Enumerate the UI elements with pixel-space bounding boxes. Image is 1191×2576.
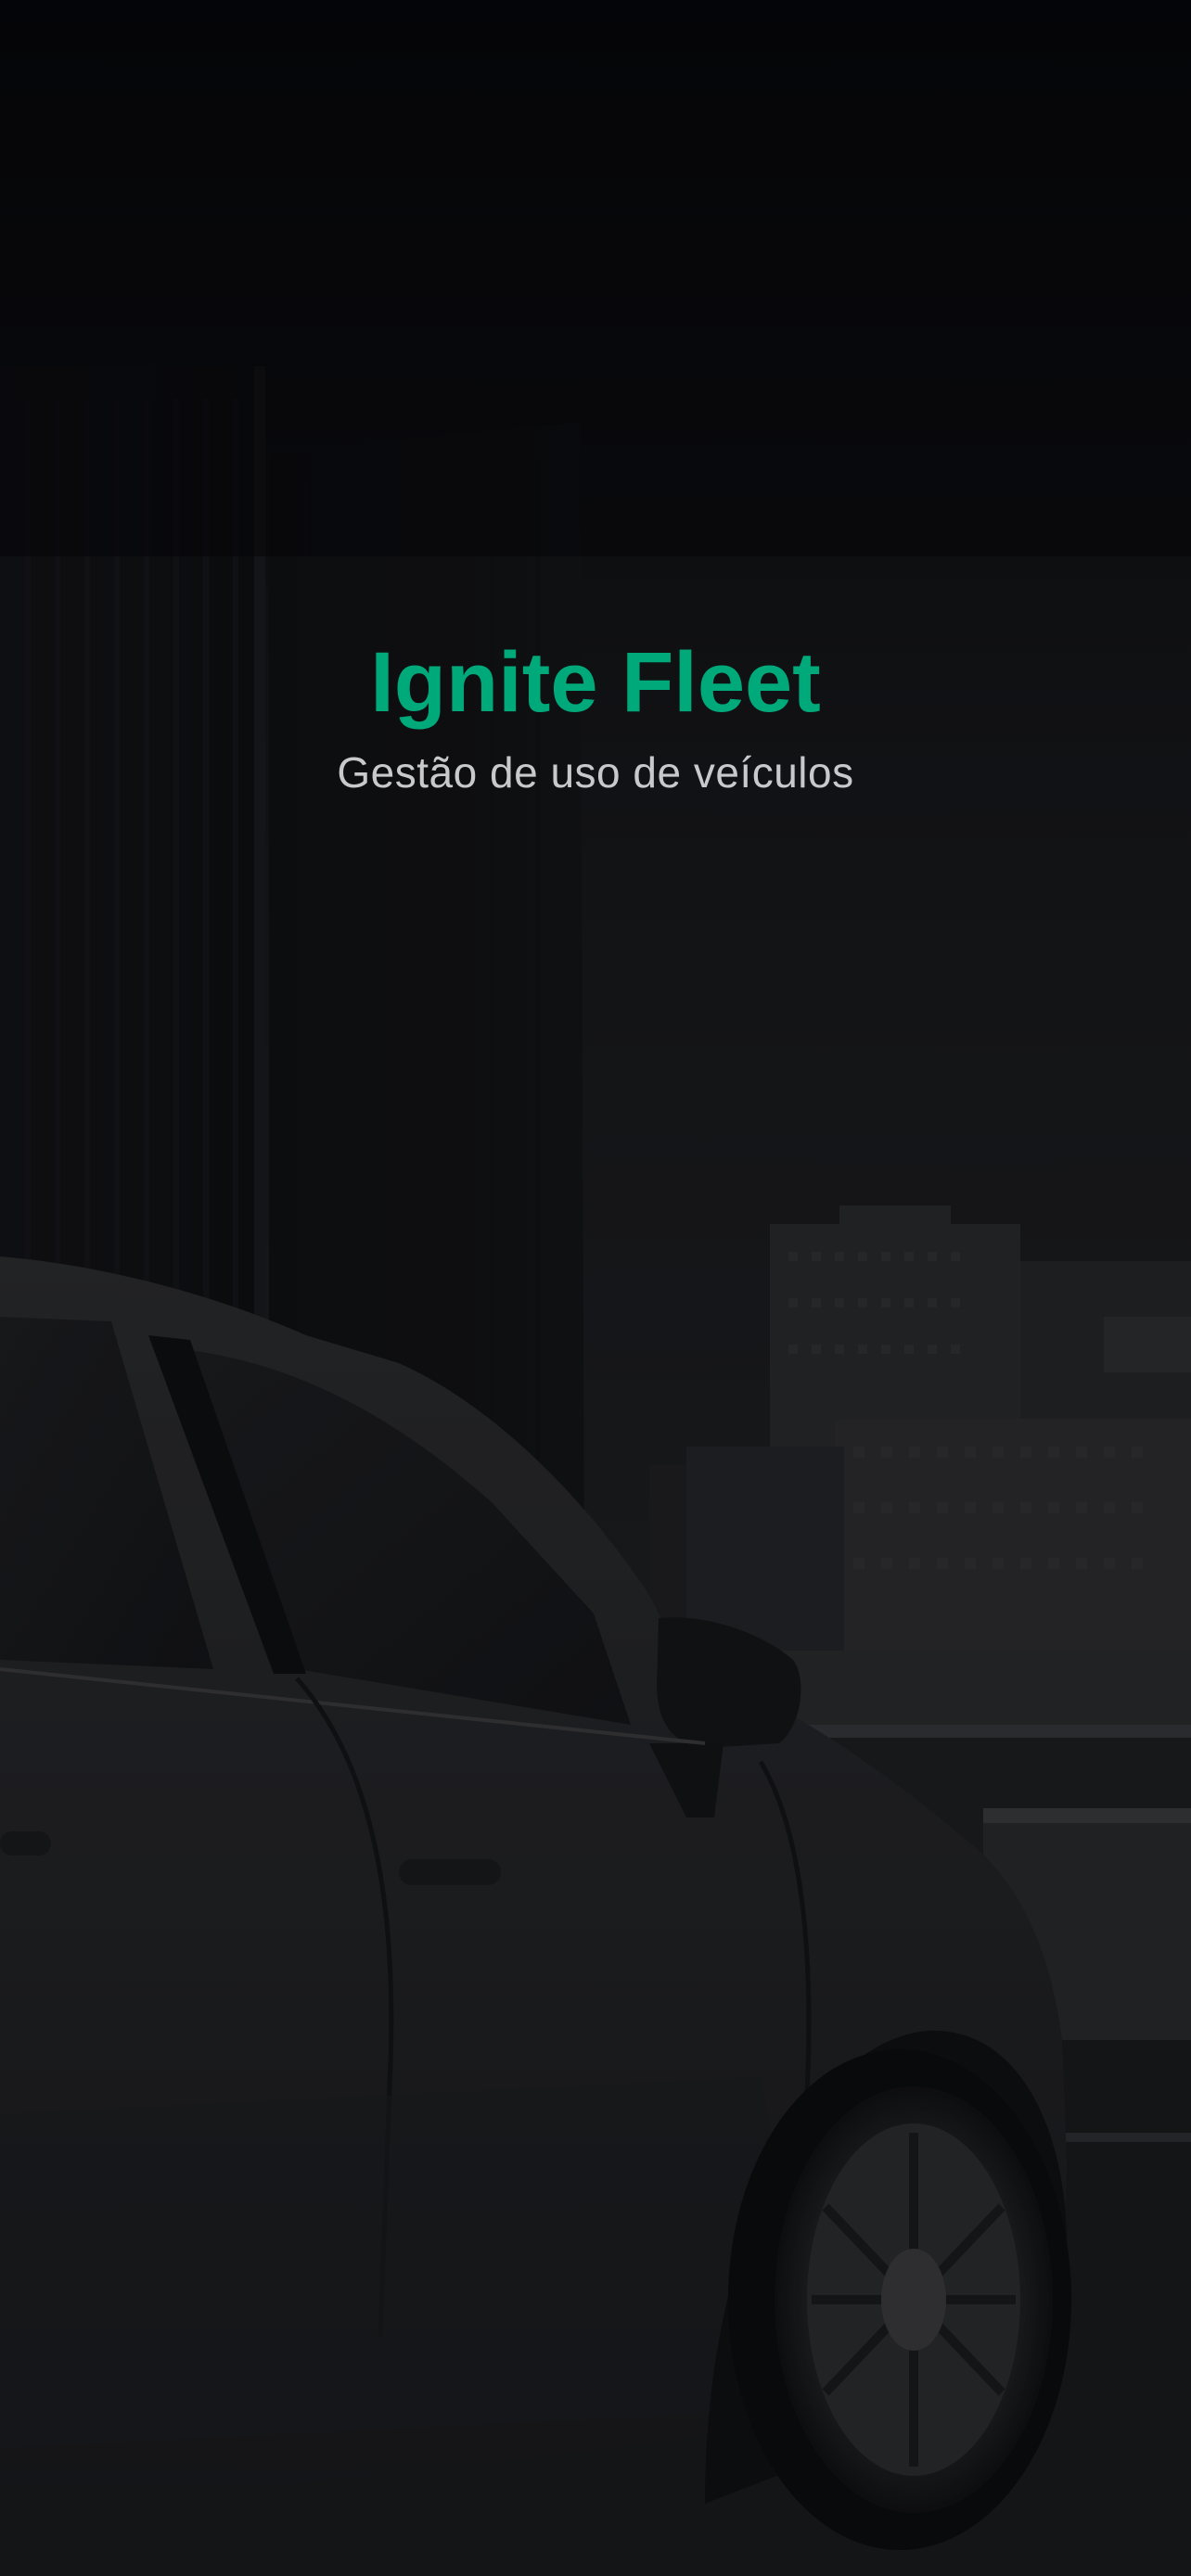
app-subtitle: Gestão de uso de veículos — [337, 748, 854, 797]
splash-branding: Ignite Fleet Gestão de uso de veículos — [0, 640, 1191, 794]
app-title: Ignite Fleet — [370, 635, 821, 730]
background-image — [0, 0, 1191, 2576]
splash-screen: Ignite Fleet Gestão de uso de veículos — [0, 0, 1191, 2576]
